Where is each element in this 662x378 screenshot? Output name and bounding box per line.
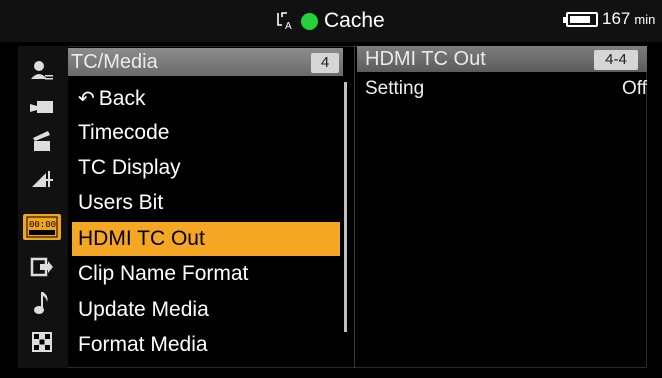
battery-remaining: 167 [602,9,631,28]
battery-unit: min [634,11,656,27]
output-icon[interactable] [23,254,61,280]
menu-item-label: HDMI TC Out [78,227,205,250]
picture-profile-icon[interactable] [23,166,61,192]
detail-page-indicator: 4-4 [594,50,638,70]
menu-item-tc-display[interactable]: TC Display [72,151,340,185]
cache-indicator-icon [301,12,318,30]
detail-title: HDMI TC Out [365,48,486,70]
menu-item-update-media[interactable]: Update Media [72,293,340,327]
menu-item-back[interactable]: ↶ Back [72,82,340,116]
menu-title: TC/Media [71,51,158,73]
menu-item-label: Format Media [78,333,208,356]
menu-item-label: Timecode [78,121,170,144]
menu-item-users-bit[interactable]: Users Bit [72,186,340,220]
menu-item-hdmi-tc-out[interactable]: HDMI TC Out [72,222,340,256]
svg-text:A: A [285,21,292,31]
menu-item-format-media[interactable]: Format Media [72,328,340,362]
audio-note-icon[interactable] [23,290,61,316]
card-slot-a-icon: A [275,11,295,32]
battery-status: 167 min [563,9,656,29]
menu-item-clip-name-format[interactable]: Clip Name Format [72,257,340,291]
menu-page-indicator: 4 [311,53,339,73]
menu-scrollbar-thumb[interactable] [344,82,347,332]
svg-text:00:00: 00:00 [29,220,56,230]
menu-item-timecode[interactable]: Timecode [72,116,340,150]
cache-label: Cache [324,9,385,32]
setting-value[interactable]: Off [622,78,647,100]
menu-item-label: Clip Name Format [78,262,249,285]
clapperboard-icon[interactable] [23,128,61,154]
menu-item-label: TC Display [78,156,181,179]
menu-item-label: Back [98,87,146,110]
camera-icon[interactable] [23,94,61,120]
menu-item-label: Update Media [78,298,209,321]
tc-media-icon[interactable]: 00:00 [23,214,61,240]
status-bar: A Cache 167 min [0,0,662,42]
battery-icon [563,11,598,27]
column-divider [354,46,355,368]
setting-label: Setting [365,78,425,99]
category-sidebar: 00:00 [18,46,68,368]
grid-icon[interactable] [23,329,61,355]
user-menu-icon[interactable] [23,58,61,84]
back-arrow-icon: ↶ [78,88,95,110]
cache-status: A Cache [275,6,385,36]
menu-item-label: Users Bit [78,191,164,214]
